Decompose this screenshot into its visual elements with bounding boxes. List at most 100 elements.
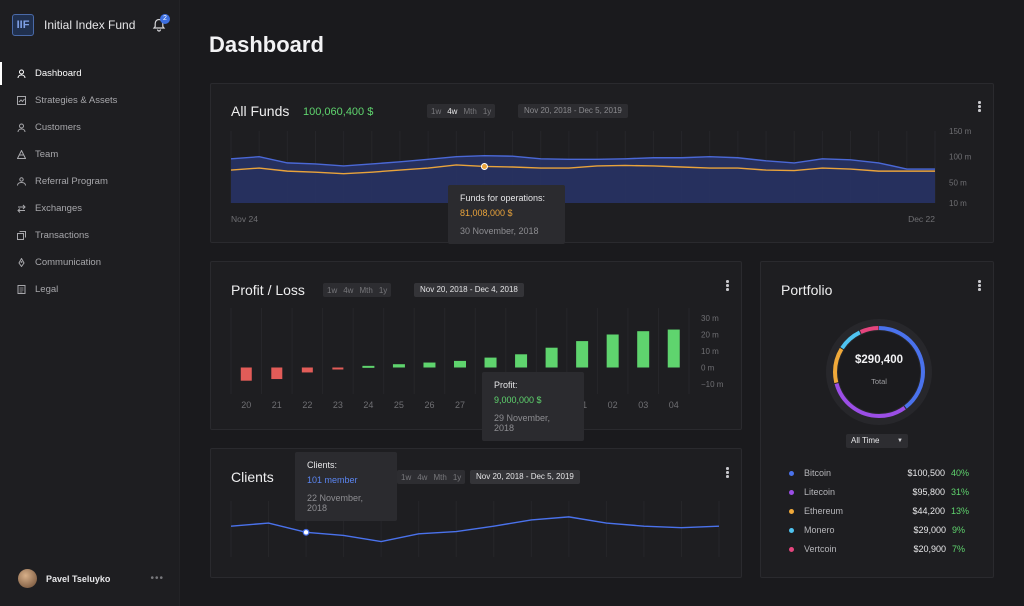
legend-row[interactable]: Bitcoin $100,500 40% <box>789 466 969 480</box>
page-title: Dashboard <box>209 32 324 57</box>
legend-row[interactable]: Litecoin $95,800 31% <box>789 485 969 499</box>
portfolio-donut <box>826 319 932 425</box>
bar-23[interactable] <box>332 367 344 370</box>
more-icon[interactable]: ••• <box>150 573 164 584</box>
sidebar-item-customers[interactable]: Customers <box>0 114 180 141</box>
coin-value: $95,800 <box>912 487 945 497</box>
sidebar-item-label: Referral Program <box>35 176 108 187</box>
legend-row[interactable]: Monero $29,000 9% <box>789 523 969 537</box>
tooltip-date: 22 November, 2018 <box>307 493 364 513</box>
chart-icon <box>17 96 26 105</box>
sidebar-item-label: Strategies & Assets <box>35 95 118 106</box>
portfolio-menu-icon[interactable] <box>978 280 982 292</box>
legend-row[interactable]: Ethereum $44,200 13% <box>789 504 969 518</box>
coin-percent: 31% <box>950 487 969 497</box>
x-tick-label: 25 <box>394 400 404 410</box>
legend-dot <box>789 527 794 533</box>
x-tick-label: 26 <box>424 400 434 410</box>
x-tick-label: 22 <box>302 400 312 410</box>
tooltip-date: 30 November, 2018 <box>460 226 539 236</box>
tooltip-label: Funds for operations: <box>460 193 546 203</box>
sidebar: IIF Initial Index Fund 2 Dashboard Strate… <box>0 0 180 606</box>
sidebar-item-team[interactable]: Team <box>0 141 180 168</box>
bar-04[interactable] <box>667 329 680 368</box>
bar-01[interactable] <box>576 341 589 368</box>
portfolio-total-label: Total <box>871 377 887 386</box>
bar-02[interactable] <box>606 334 619 368</box>
coin-percent: 40% <box>950 468 969 478</box>
profit-tooltip: Profit: 9,000,000 $ 29 November, 2018 <box>482 372 584 441</box>
bar-24[interactable] <box>362 365 375 368</box>
sidebar-item-label: Legal <box>35 284 59 295</box>
bar-21[interactable] <box>271 367 283 380</box>
x-tick-label: 24 <box>363 400 373 410</box>
bar-26[interactable] <box>423 362 436 368</box>
user-name: Pavel Tseluyko <box>46 573 111 584</box>
sidebar-item-exchanges[interactable]: Exchanges <box>0 195 180 222</box>
legend-dot <box>789 470 794 476</box>
x-tick-label: 21 <box>272 400 282 410</box>
all-funds-chart: 150 m 100 m 50 m 10 m Nov 24 Dec 22 <box>230 127 972 224</box>
profit-loss-chart: 30 m20 m10 m0 m−10 m20212223242526272829… <box>230 308 724 410</box>
sidebar-item-referral-program[interactable]: Referral Program <box>0 168 180 195</box>
users-icon <box>17 177 26 186</box>
portfolio-title: Portfolio <box>781 282 833 298</box>
bar-22[interactable] <box>301 367 313 373</box>
legend-dot <box>789 489 794 495</box>
funds-area <box>231 155 935 203</box>
y-tick-label: 10 m <box>701 347 719 356</box>
y-tick-label: 20 m <box>701 331 719 340</box>
coin-value: $100,500 <box>907 468 945 478</box>
portfolio-total: $290,400 <box>855 354 903 366</box>
sidebar-item-transactions[interactable]: Transactions <box>0 222 180 249</box>
y-tick-label: 10 m <box>949 199 967 208</box>
bar-03[interactable] <box>637 331 650 368</box>
bar-30[interactable] <box>545 347 558 368</box>
funds-tooltip: Funds for operations: 81,008,000 $ 30 No… <box>448 185 565 244</box>
notification-badge: 2 <box>160 14 170 24</box>
sidebar-item-label: Transactions <box>35 230 90 241</box>
bar-20[interactable] <box>240 367 252 381</box>
sidebar-item-strategies-assets[interactable]: Strategies & Assets <box>0 87 180 114</box>
document-icon <box>17 285 26 294</box>
exchange-icon <box>17 204 26 213</box>
x-tick-label: 04 <box>669 400 679 410</box>
y-tick-label: 100 m <box>949 153 972 162</box>
x-tick-label: 23 <box>333 400 343 410</box>
x-tick-label: 03 <box>638 400 648 410</box>
highlight-point[interactable] <box>480 162 488 170</box>
sidebar-item-communication[interactable]: Communication <box>0 249 180 276</box>
chevron-down-icon: ▼ <box>897 438 903 444</box>
brand[interactable]: IIF Initial Index Fund <box>12 14 135 36</box>
coin-percent: 9% <box>952 525 966 535</box>
coin-value: $29,000 <box>913 525 946 535</box>
y-tick-label: 150 m <box>949 127 972 136</box>
tooltip-date: 29 November, 2018 <box>494 413 551 433</box>
y-tick-label: 30 m <box>701 314 719 323</box>
clients-card: Clients 1w 4w Mth 1y Nov 20, 2018 - Dec … <box>210 448 742 578</box>
bar-25[interactable] <box>392 364 405 368</box>
pyramid-icon <box>17 150 26 159</box>
time-filter-dropdown[interactable]: All Time ▼ <box>846 434 908 448</box>
coin-value: $20,900 <box>913 544 946 554</box>
coin-name: Vertcoin <box>804 544 837 554</box>
bar-28[interactable] <box>484 357 497 368</box>
sidebar-item-legal[interactable]: Legal <box>0 276 180 303</box>
rocket-icon <box>18 258 25 267</box>
legend-row[interactable]: Vertcoin $20,900 7% <box>789 542 969 556</box>
bar-27[interactable] <box>454 360 466 368</box>
profit-loss-card: Profit / Loss 1w 4w Mth 1y Nov 20, 2018 … <box>210 261 742 441</box>
user-profile[interactable]: Pavel Tseluyko ••• <box>18 569 168 588</box>
user-icon <box>17 123 26 132</box>
coin-percent: 13% <box>950 506 969 516</box>
bar-29[interactable] <box>515 354 528 368</box>
coin-name: Litecoin <box>803 487 835 497</box>
app-name: Initial Index Fund <box>44 18 136 32</box>
tooltip-label: Clients: <box>307 460 338 470</box>
y-tick-label: 0 m <box>701 364 715 373</box>
legend-dot <box>789 508 794 514</box>
sidebar-item-dashboard[interactable]: Dashboard <box>0 60 180 87</box>
coin-percent: 7% <box>952 544 966 554</box>
clients-tooltip: Clients: 101 member 22 November, 2018 <box>295 452 397 521</box>
highlight-point[interactable] <box>302 528 310 536</box>
